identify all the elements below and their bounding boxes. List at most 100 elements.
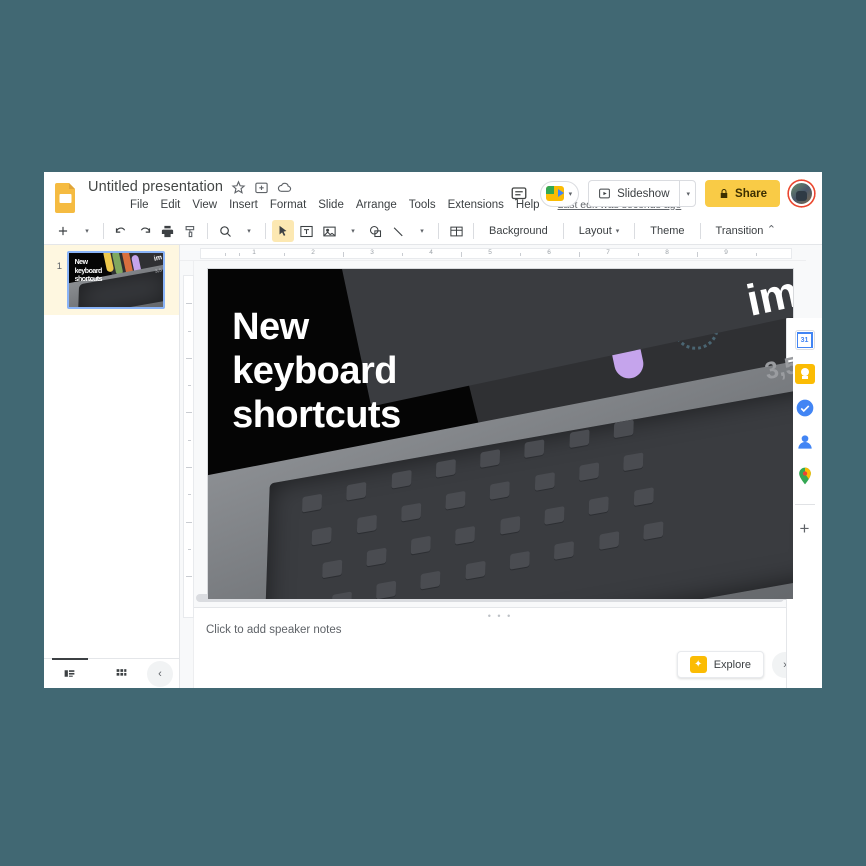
layout-button[interactable]: Layout ▾ (570, 221, 629, 241)
slide-title-thumb: New keyboard shortcuts (74, 259, 103, 283)
new-slide-button[interactable] (52, 220, 74, 242)
avatar[interactable] (789, 181, 814, 206)
google-meet-icon (545, 186, 564, 201)
collapse-toolbar-icon[interactable]: ⌃ (767, 223, 776, 236)
menu-extensions[interactable]: Extensions (448, 199, 504, 211)
explore-button[interactable]: Explore (676, 651, 764, 678)
plus-glyph: + (799, 519, 810, 538)
slideshow-dropdown-button[interactable]: ▾ (678, 181, 696, 206)
insert-image-button[interactable] (318, 220, 340, 242)
google-contacts-icon[interactable] (795, 432, 815, 452)
theme-button[interactable]: Theme (641, 221, 693, 241)
background-button[interactable]: Background (480, 221, 557, 241)
new-slide-dropdown[interactable]: ▾ (75, 220, 97, 242)
menu-edit[interactable]: Edit (161, 199, 181, 211)
google-maps-icon[interactable] (795, 466, 815, 486)
text-box-button[interactable] (295, 220, 317, 242)
ruler-track: 1 2 3 4 5 6 7 8 9 (200, 248, 792, 259)
document-title-group: Untitled presentation (88, 179, 292, 195)
star-icon[interactable] (231, 179, 246, 195)
filmstrip-footer: ‹ (44, 658, 179, 688)
slide-artwork-thumb: New keyboard shortcuts im 3,5 (69, 253, 163, 307)
select-cursor-button[interactable] (272, 220, 294, 242)
move-to-folder-icon[interactable] (254, 180, 269, 195)
menu-tools[interactable]: Tools (409, 199, 436, 211)
text-box-icon (299, 225, 313, 237)
slideshow-button[interactable]: Slideshow ▾ (588, 180, 697, 207)
insert-table-icon (449, 226, 463, 236)
menu-view[interactable]: View (192, 199, 217, 211)
line-dropdown[interactable]: ▾ (410, 220, 432, 242)
slide-thumbnail-item[interactable]: 1 New keyboard shortcuts im 3,5 (44, 245, 179, 315)
present-icon (599, 188, 610, 199)
notes-drag-handle[interactable]: • • • (488, 611, 512, 621)
speaker-notes-placeholder[interactable]: Click to add speaker notes (206, 624, 342, 636)
title-bar: Untitled presentation File Edit View Ins… (44, 172, 822, 218)
title-line-2: keyboard (74, 267, 103, 275)
slide-number: 1 (56, 261, 62, 272)
explore-label: Explore (713, 658, 751, 671)
redo-icon (140, 227, 150, 233)
menu-file[interactable]: File (130, 199, 149, 211)
grid-view-icon (116, 669, 127, 676)
paint-format-button[interactable] (179, 220, 201, 242)
menu-slide[interactable]: Slide (318, 199, 344, 211)
workspace: 1 New keyboard shortcuts im 3,5 ‹ 1 2 3 … (44, 245, 822, 688)
line-button[interactable] (387, 220, 409, 242)
zoom-dropdown[interactable]: ▾ (237, 220, 259, 242)
filmstrip-view-icon (64, 670, 75, 677)
google-slides-logo-icon[interactable] (54, 183, 78, 213)
collapse-panel-button[interactable]: ‹ (147, 660, 173, 687)
shape-button[interactable] (364, 220, 386, 242)
slide-artwork: New keyboard shortcuts im 3,5 (207, 269, 793, 599)
transition-button[interactable]: Transition (707, 221, 773, 241)
undo-button[interactable] (110, 220, 132, 242)
slide-title[interactable]: New keyboard shortcuts (232, 305, 401, 437)
ruler-tick: 1 (252, 249, 256, 256)
cloud-saved-icon[interactable] (277, 180, 292, 195)
toolbar: ▾ ▾ ▾ ▾ Background Layout ▾ Theme Transi… (44, 218, 822, 245)
google-calendar-icon[interactable]: 31 (794, 330, 815, 350)
zoom-button[interactable] (214, 220, 236, 242)
menu-format[interactable]: Format (270, 199, 306, 211)
insert-image-icon (322, 226, 336, 236)
lock-icon (720, 188, 728, 198)
ruler-tick: 4 (429, 249, 433, 256)
chevron-down-icon: ▾ (85, 228, 89, 235)
google-tasks-icon[interactable] (795, 398, 815, 418)
google-keep-icon[interactable] (794, 364, 815, 384)
filmstrip-view-button[interactable] (44, 659, 96, 688)
rail-divider (794, 504, 815, 505)
grid-view-button[interactable] (96, 659, 148, 688)
toolbar-divider (562, 223, 564, 239)
vertical-ruler[interactable] (180, 261, 194, 688)
menu-insert[interactable]: Insert (229, 199, 258, 211)
google-slides-window: Untitled presentation File Edit View Ins… (44, 172, 822, 688)
paint-format-icon (185, 225, 194, 237)
toolbar-divider (207, 223, 208, 239)
slide-filmstrip-panel: 1 New keyboard shortcuts im 3,5 ‹ (44, 245, 180, 688)
page-title[interactable]: Untitled presentation (88, 179, 223, 195)
share-button[interactable]: Share (705, 180, 780, 207)
horizontal-ruler[interactable]: 1 2 3 4 5 6 7 8 9 (180, 245, 806, 261)
add-ons-plus-icon[interactable]: + (795, 519, 815, 539)
slide-thumbnail[interactable]: New keyboard shortcuts im 3,5 (67, 251, 165, 309)
print-button[interactable] (156, 220, 178, 242)
insert-table-button[interactable] (445, 220, 467, 242)
redo-button[interactable] (133, 220, 155, 242)
shape-icon (369, 225, 381, 237)
comment-history-icon[interactable] (507, 182, 531, 206)
speaker-notes-panel[interactable]: • • • Click to add speaker notes Explore… (194, 607, 806, 688)
title-line-2: keyboard (232, 350, 398, 393)
ruler-track-vertical (183, 275, 194, 618)
line-icon (393, 226, 403, 236)
menu-arrange[interactable]: Arrange (356, 199, 397, 211)
ruler-tick: 2 (311, 249, 315, 256)
google-meet-button[interactable]: ▾ (539, 180, 580, 207)
slide-canvas[interactable]: New keyboard shortcuts im 3,5 (207, 269, 793, 599)
insert-image-dropdown[interactable]: ▾ (341, 220, 363, 242)
title-line-1: New (232, 306, 309, 349)
chevron-down-icon: ▾ (247, 228, 251, 235)
toolbar-divider (265, 223, 266, 239)
explore-icon (689, 656, 707, 673)
